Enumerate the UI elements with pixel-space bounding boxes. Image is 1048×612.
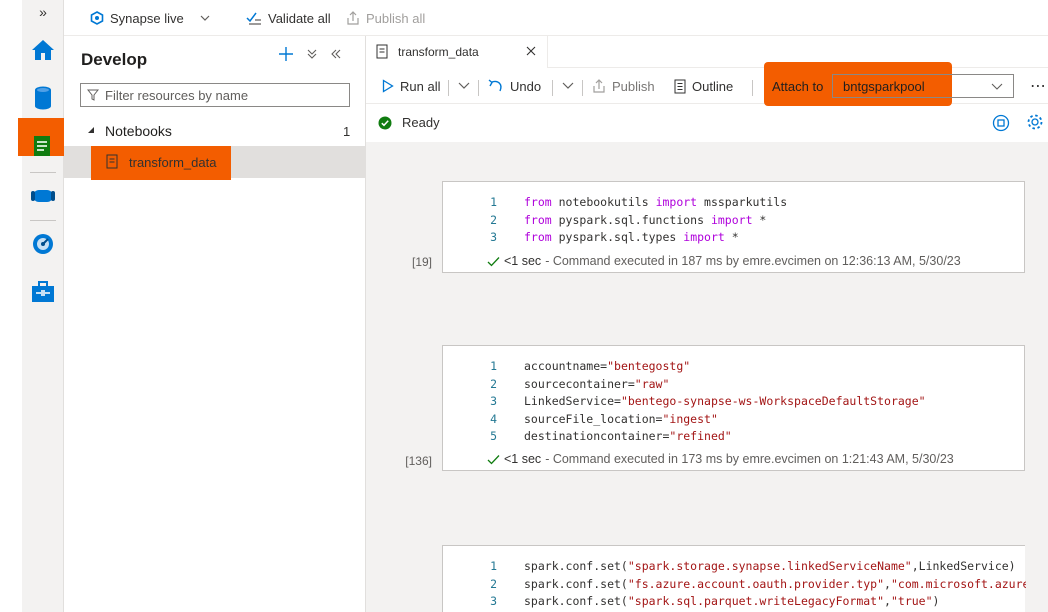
execution-count: [136] [405,454,432,468]
develop-explorer: Develop Notebooks 1 transform_data [64,36,366,612]
variables-icon[interactable] [992,114,1010,132]
notebook-icon [106,154,118,169]
filter-box [80,83,350,107]
validate-icon [246,12,261,25]
integrate-icon [31,190,55,202]
hub-data[interactable] [22,78,64,118]
filter-icon [87,89,99,101]
hub-manage[interactable] [22,272,64,312]
code-cell-2[interactable]: 1 accountname="bentegostg" 2 sourcecontain… [442,345,1025,471]
code-editor[interactable]: 1 from notebookutils import mssparkutils … [443,194,1026,247]
cell-run-status: <1 sec - Command executed in 173 ms by e… [487,452,954,466]
kernel-status: Ready [402,115,440,130]
chevron-down-icon [991,83,1003,90]
chevron-down-icon[interactable] [562,82,574,90]
synapse-icon [90,11,104,25]
outline-icon [674,79,686,93]
notebooks-folder[interactable]: Notebooks 1 [64,118,366,144]
collapse-all-icon[interactable] [306,48,318,60]
hub-develop[interactable] [18,118,68,166]
publish-button[interactable]: Publish [592,77,655,95]
develop-icon [34,136,50,156]
notebook-editor: transform_data Run all Undo Publish Outl… [366,36,1048,612]
check-icon [487,454,500,464]
explorer-title: Develop [81,50,148,69]
undo-button[interactable]: Undo [488,77,541,95]
hub-integrate[interactable] [22,176,64,216]
code-editor[interactable]: 1 spark.conf.set("spark.storage.synapse.l… [443,558,1026,611]
undo-icon [488,79,502,92]
publish-icon [593,79,605,93]
monitor-icon [33,234,53,254]
notebooks-folder-label: Notebooks [105,123,172,139]
home-icon [32,40,54,60]
notebook-toolbar: Run all Undo Publish Outline Attach to b… [366,62,1048,106]
more-options-icon[interactable]: ⋯ [1030,76,1046,96]
chevron-down-icon [200,15,210,21]
code-cell-1[interactable]: 1 from notebookutils import mssparkutils … [442,181,1025,273]
collapse-rail-button[interactable]: » [22,4,64,24]
notebook-icon [376,44,388,59]
notebook-item-label: transform_data [129,155,217,170]
collapse-pane-icon[interactable] [330,48,342,60]
kernel-status-bar: Ready [366,104,1048,142]
filter-input[interactable] [105,87,335,103]
publish-all-button[interactable]: Publish all [346,9,425,27]
data-icon [35,86,51,110]
hub-monitor[interactable] [22,224,64,264]
gear-icon[interactable] [1026,113,1044,131]
cell-run-status: <1 sec - Command executed in 187 ms by e… [487,254,961,268]
check-circle-icon [378,116,392,130]
run-all-button[interactable]: Run all [382,77,440,95]
tab-transform-data[interactable]: transform_data [366,36,548,68]
mode-selector[interactable]: Synapse live [90,9,210,27]
code-editor[interactable]: 1 accountname="bentegostg" 2 sourcecontain… [443,358,1026,446]
publish-icon [347,11,359,25]
cells-canvas: 1 from notebookutils import mssparkutils … [366,142,1048,612]
execution-count: [19] [411,255,432,269]
tab-label: transform_data [398,45,479,59]
hub-home[interactable] [22,30,64,70]
chevron-down-icon[interactable] [458,82,470,90]
attach-label: Attach to [772,79,824,94]
check-icon [487,256,500,266]
left-rail: » [18,0,68,612]
mode-label: Synapse live [110,10,184,26]
close-icon[interactable] [526,46,536,56]
outline-button[interactable]: Outline [674,77,733,95]
add-icon[interactable] [278,46,294,62]
play-icon [382,79,394,93]
manage-icon [32,281,54,302]
validate-all-button[interactable]: Validate all [246,9,331,27]
attach-pool-select[interactable]: bntgsparkpool [832,74,1014,98]
top-bar: Synapse live Validate all Publish all [64,0,1048,36]
code-cell-3[interactable]: 1 spark.conf.set("spark.storage.synapse.l… [442,545,1026,612]
attach-pool-value: bntgsparkpool [843,79,925,94]
caret-down-icon [88,127,94,133]
notebooks-count: 1 [343,124,351,139]
notebook-item-transform-data[interactable]: transform_data [64,146,366,180]
